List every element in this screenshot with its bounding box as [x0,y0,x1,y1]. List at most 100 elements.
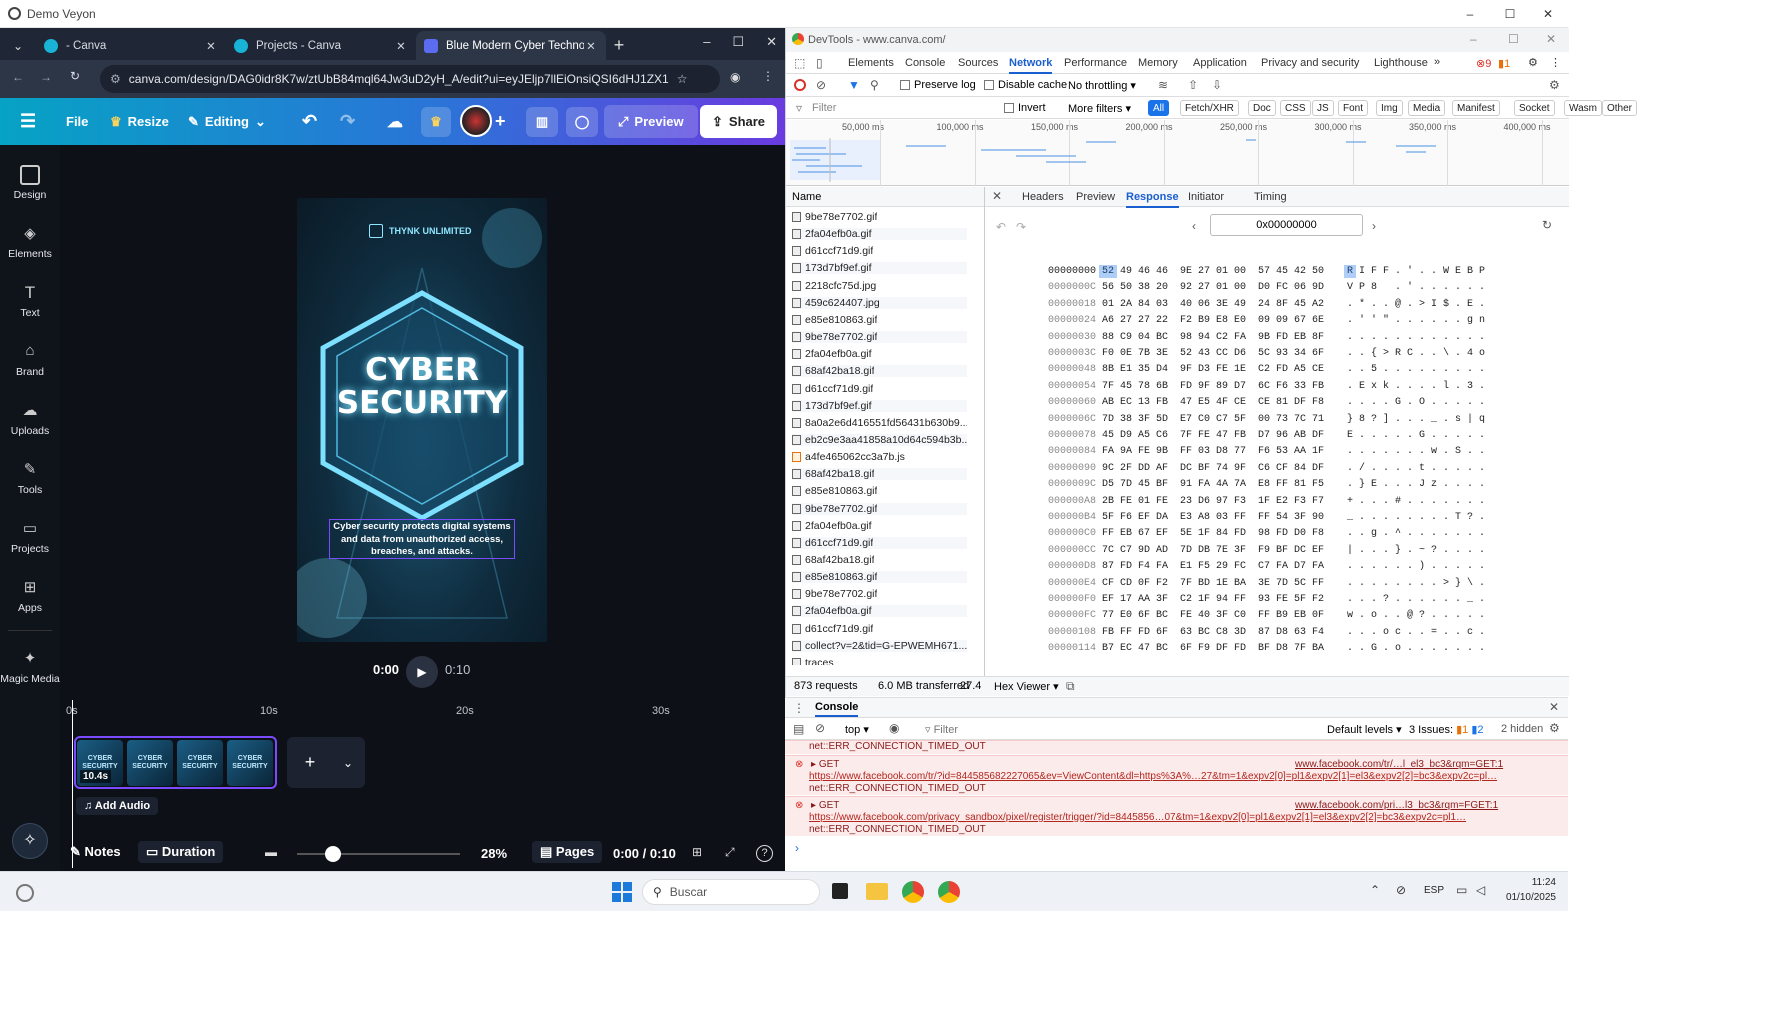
sidebar-item-uploads[interactable]: ☁ Uploads [0,401,60,437]
type-filter-img[interactable]: Img [1376,100,1403,116]
tab-search-button[interactable]: ⌄ [0,31,36,60]
network-conditions-icon[interactable]: ≋ [1158,78,1168,92]
clear-console-icon[interactable]: ⊘ [815,721,825,735]
preview-button[interactable]: ⤢ Preview [604,105,698,138]
share-button[interactable]: ⇪ Share [700,105,778,138]
sidebar-item-text[interactable]: T Text [0,283,60,319]
hex-viewer-select[interactable]: Hex Viewer ▾ [994,680,1059,693]
issues-link[interactable]: 3 Issues: ▮1 ▮2 [1409,723,1484,736]
zoom-slider-knob[interactable] [324,846,341,862]
request-url-link[interactable]: https://www.facebook.com/tr/?id=84458568… [809,771,1534,782]
ascii-selected-char[interactable] [1344,265,1356,278]
forward-arrow-icon[interactable]: → [40,70,52,84]
record-icon[interactable] [794,79,806,91]
devtools-tab-network[interactable]: Network [1009,57,1053,74]
request-row[interactable]: e85e810863.gif [792,314,967,326]
request-row[interactable]: e85e810863.gif [792,571,967,584]
more-tabs-icon[interactable]: » [1434,56,1440,68]
chevron-down-icon[interactable]: ⌄ [333,756,363,770]
console-error-entry[interactable]: ⊗ ▸ GET www.facebook.com/tr/…l_el3_bc3&r… [785,755,1568,795]
network-off-icon[interactable]: ⊘ [1396,883,1406,897]
speaker-muted-icon[interactable]: ◁ [1476,883,1485,897]
magic-assistant-icon[interactable]: ✧ [12,823,48,859]
context-select[interactable]: top ▾ [845,723,869,736]
log-levels-select[interactable]: Default levels ▾ [1327,723,1402,736]
help-icon[interactable]: ? [756,845,773,862]
clock-time[interactable]: 11:24 [1506,877,1556,888]
request-row[interactable]: 459c624407.jpg [792,296,967,309]
redo-icon[interactable]: ↷ [340,111,355,132]
detail-tab-headers[interactable]: Headers [1022,191,1064,203]
request-row[interactable]: d61ccf71d9.gif [792,245,967,257]
minimize-button[interactable]: – [1450,0,1490,28]
design-title-line2[interactable]: SECURITY [297,387,547,420]
sidebar-toggle-icon[interactable]: ▤ [793,722,804,736]
reload-icon[interactable]: ↻ [70,69,80,83]
file-explorer-icon[interactable] [866,883,888,900]
browser-maximize-button[interactable]: ☐ [732,34,744,50]
undo-icon[interactable]: ↶ [302,111,317,132]
request-row[interactable]: 2fa04efb0a.gif [792,348,967,360]
request-row[interactable]: d61ccf71d9.gif [792,536,967,549]
file-menu[interactable]: File [66,114,88,129]
bookmark-star-icon[interactable]: ☆ [677,72,688,86]
request-row[interactable]: e85e810863.gif [792,485,967,497]
console-tab[interactable]: Console [815,701,859,717]
request-row[interactable]: d61ccf71d9.gif [792,623,967,635]
type-filter-manifest[interactable]: Manifest [1452,100,1500,116]
search-icon[interactable]: ⚲ [870,78,879,92]
name-column-header[interactable]: Name [792,191,821,203]
invert-checkbox[interactable] [1004,103,1014,113]
detail-tab-preview[interactable]: Preview [1076,191,1115,203]
undo-icon[interactable]: ↶ [996,220,1006,234]
network-settings-icon[interactable]: ⚙ [1549,78,1560,92]
console-prompt[interactable]: › [795,841,799,855]
address-bar[interactable]: ⚙ canva.com/design/DAG0idr8K7w/ztUbB84mq… [100,65,720,93]
console-filter-input[interactable]: ▿ Filter [925,723,958,736]
devtools-close-button[interactable]: ✕ [1546,32,1556,46]
request-row[interactable]: eb2c9e3aa41858a10d64c594b3b... [792,433,967,446]
copy-icon[interactable]: ⧉ [1066,679,1075,694]
clear-icon[interactable]: ⊘ [816,78,826,92]
devtools-tab-sources[interactable]: Sources [958,57,998,69]
type-filter-js[interactable]: JS [1312,100,1334,116]
next-page-icon[interactable]: › [1372,219,1376,233]
inspect-element-icon[interactable]: ⬚ [794,56,805,70]
settings-gear-icon[interactable]: ⚙ [1528,56,1538,69]
close-tab-icon[interactable]: ✕ [584,39,598,53]
type-filter-media[interactable]: Media [1408,100,1446,116]
play-button[interactable]: ▶ [406,656,438,688]
chrome-taskbar-icon[interactable] [938,881,960,903]
request-row[interactable]: 68af42ba18.gif [792,365,967,378]
notes-button[interactable]: ✎ Notes [70,844,121,860]
devtools-maximize-button[interactable]: ☐ [1508,32,1519,46]
add-page-plus-icon[interactable]: + [287,752,333,773]
sidebar-item-elements[interactable]: ◈ Elements [0,224,60,260]
close-detail-icon[interactable]: ✕ [992,189,1002,203]
type-filter-all[interactable]: All [1148,100,1170,116]
warning-count-badge[interactable]: ▮1 [1498,57,1510,70]
devtools-tab-lighthouse[interactable]: Lighthouse [1374,57,1428,69]
avatar[interactable] [460,105,492,137]
playhead[interactable] [72,700,73,868]
request-row[interactable]: collect?v=2&tid=G-EPWEMH671... [792,639,967,652]
console-settings-icon[interactable]: ⚙ [1549,721,1560,735]
disable-cache-checkbox[interactable] [984,80,994,90]
chrome-taskbar-icon[interactable] [902,881,924,903]
filter-icon[interactable]: ▼ [848,78,860,92]
devtools-tab-performance[interactable]: Performance [1064,57,1127,69]
tray-chevron-icon[interactable]: ⌃ [1370,883,1380,897]
devtools-tab-application[interactable]: Application [1193,57,1247,69]
edge-icon[interactable] [16,884,34,902]
close-button[interactable]: ✕ [1528,0,1568,28]
type-filter-doc[interactable]: Doc [1248,100,1276,116]
design-page[interactable]: THYNK UNLIMITED CYBER SECURITY Cyber sec… [297,198,547,642]
invite-plus-icon[interactable]: + [495,111,506,132]
browser-tab-canva[interactable]: - Canva ✕ [36,31,226,60]
request-row[interactable]: 2fa04efb0a.gif [792,605,967,618]
type-filter-css[interactable]: CSS [1280,100,1311,116]
devtools-menu-icon[interactable]: ⋮ [1550,56,1561,69]
zoom-slider[interactable] [297,853,460,855]
source-link[interactable]: www.facebook.com/tr/…l_el3_bc3&rqm=GET:1 [1295,759,1503,770]
premium-crown-button[interactable]: ♛ [421,107,451,137]
